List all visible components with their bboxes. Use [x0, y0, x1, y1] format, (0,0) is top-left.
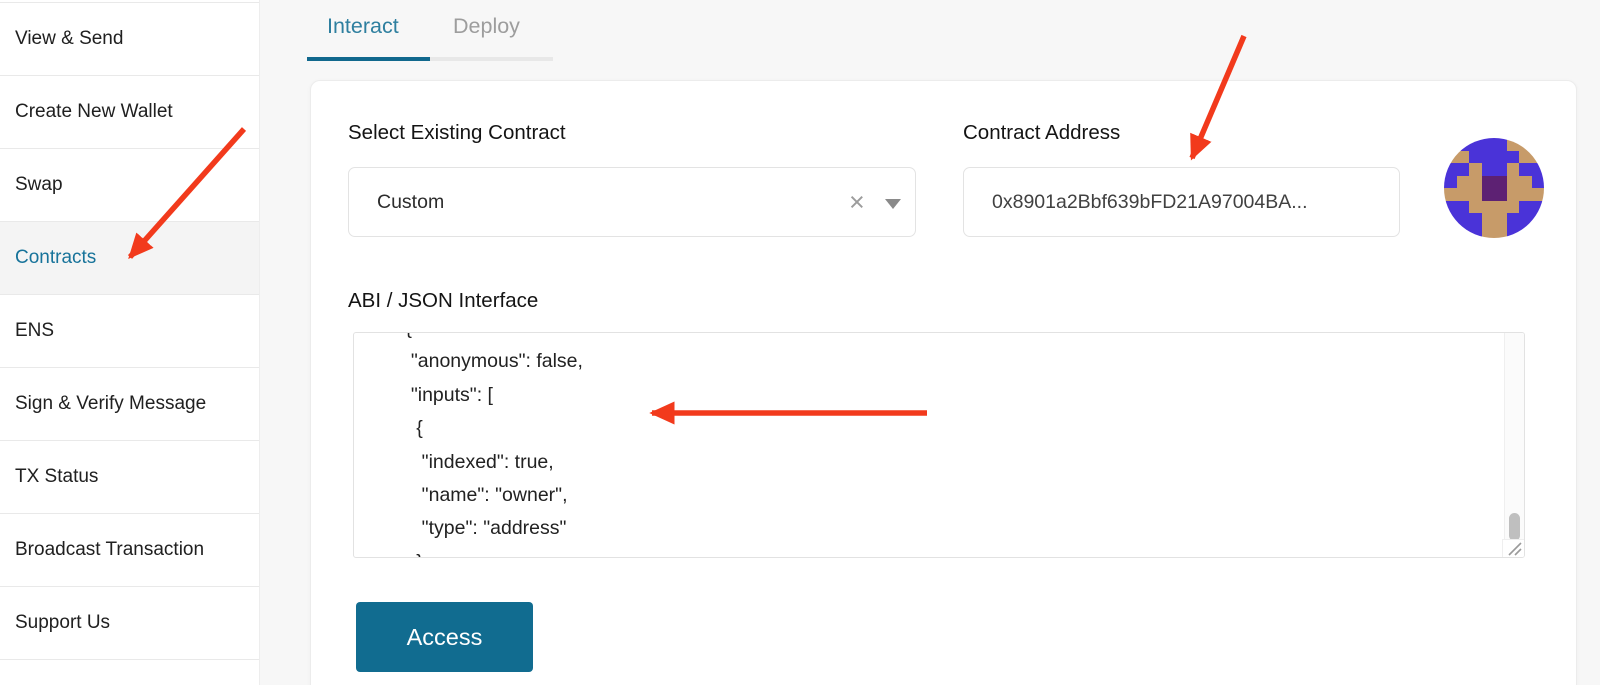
sidebar-item-swap[interactable]: Swap [0, 149, 259, 222]
sidebar-item-ens[interactable]: ENS [0, 295, 259, 368]
tab-interact[interactable]: Interact [327, 14, 399, 39]
sidebar: View & Send Create New Wallet Swap Contr… [0, 0, 260, 685]
sidebar-item-sign-verify-message[interactable]: Sign & Verify Message [0, 368, 259, 441]
select-contract-label: Select Existing Contract [348, 121, 566, 145]
sidebar-item-contracts[interactable]: Contracts [0, 222, 259, 295]
sidebar-item-create-new-wallet[interactable]: Create New Wallet [0, 76, 259, 149]
chevron-down-icon[interactable] [885, 199, 901, 209]
contract-address-label: Contract Address [963, 121, 1120, 145]
app-window: View & Send Create New Wallet Swap Contr… [0, 0, 1600, 685]
sidebar-item-view-send[interactable]: View & Send [0, 3, 259, 76]
sidebar-item-tx-status[interactable]: TX Status [0, 441, 259, 514]
sidebar-item-label: Broadcast Transaction [15, 539, 204, 561]
sidebar-item-label: View & Send [15, 28, 123, 50]
abi-scrollbar-thumb[interactable] [1509, 513, 1520, 541]
contract-address-input[interactable] [963, 167, 1400, 237]
access-button[interactable]: Access [356, 602, 533, 672]
tab-underline-inactive [430, 57, 553, 61]
clear-selection-icon[interactable]: × [849, 168, 865, 236]
sidebar-item-label: TX Status [15, 466, 98, 488]
abi-json-label: ABI / JSON Interface [348, 289, 538, 313]
tab-deploy[interactable]: Deploy [453, 14, 520, 39]
abi-scrollbar-track[interactable] [1504, 333, 1524, 557]
dropdown-selected-value: Custom [377, 168, 444, 236]
existing-contract-dropdown[interactable]: Custom × [348, 167, 916, 237]
sidebar-item-support-us[interactable]: Support Us [0, 587, 259, 660]
abi-json-textarea[interactable]: { "anonymous": false, "inputs": [ { "ind… [353, 332, 1525, 558]
sidebar-item-label: Contracts [15, 247, 96, 269]
sidebar-item-broadcast-transaction[interactable]: Broadcast Transaction [0, 514, 259, 587]
sidebar-item-label: Sign & Verify Message [15, 393, 206, 415]
sidebar-item-label: Swap [15, 174, 63, 196]
resize-handle-icon[interactable] [1502, 539, 1524, 557]
tab-underline-active [307, 57, 430, 61]
abi-json-content: { "anonymous": false, "inputs": [ { "ind… [354, 332, 583, 558]
sidebar-item-label: Create New Wallet [15, 101, 173, 123]
address-identicon [1444, 138, 1544, 238]
sidebar-item-label: Support Us [15, 612, 110, 634]
sidebar-item-label: ENS [15, 320, 54, 342]
